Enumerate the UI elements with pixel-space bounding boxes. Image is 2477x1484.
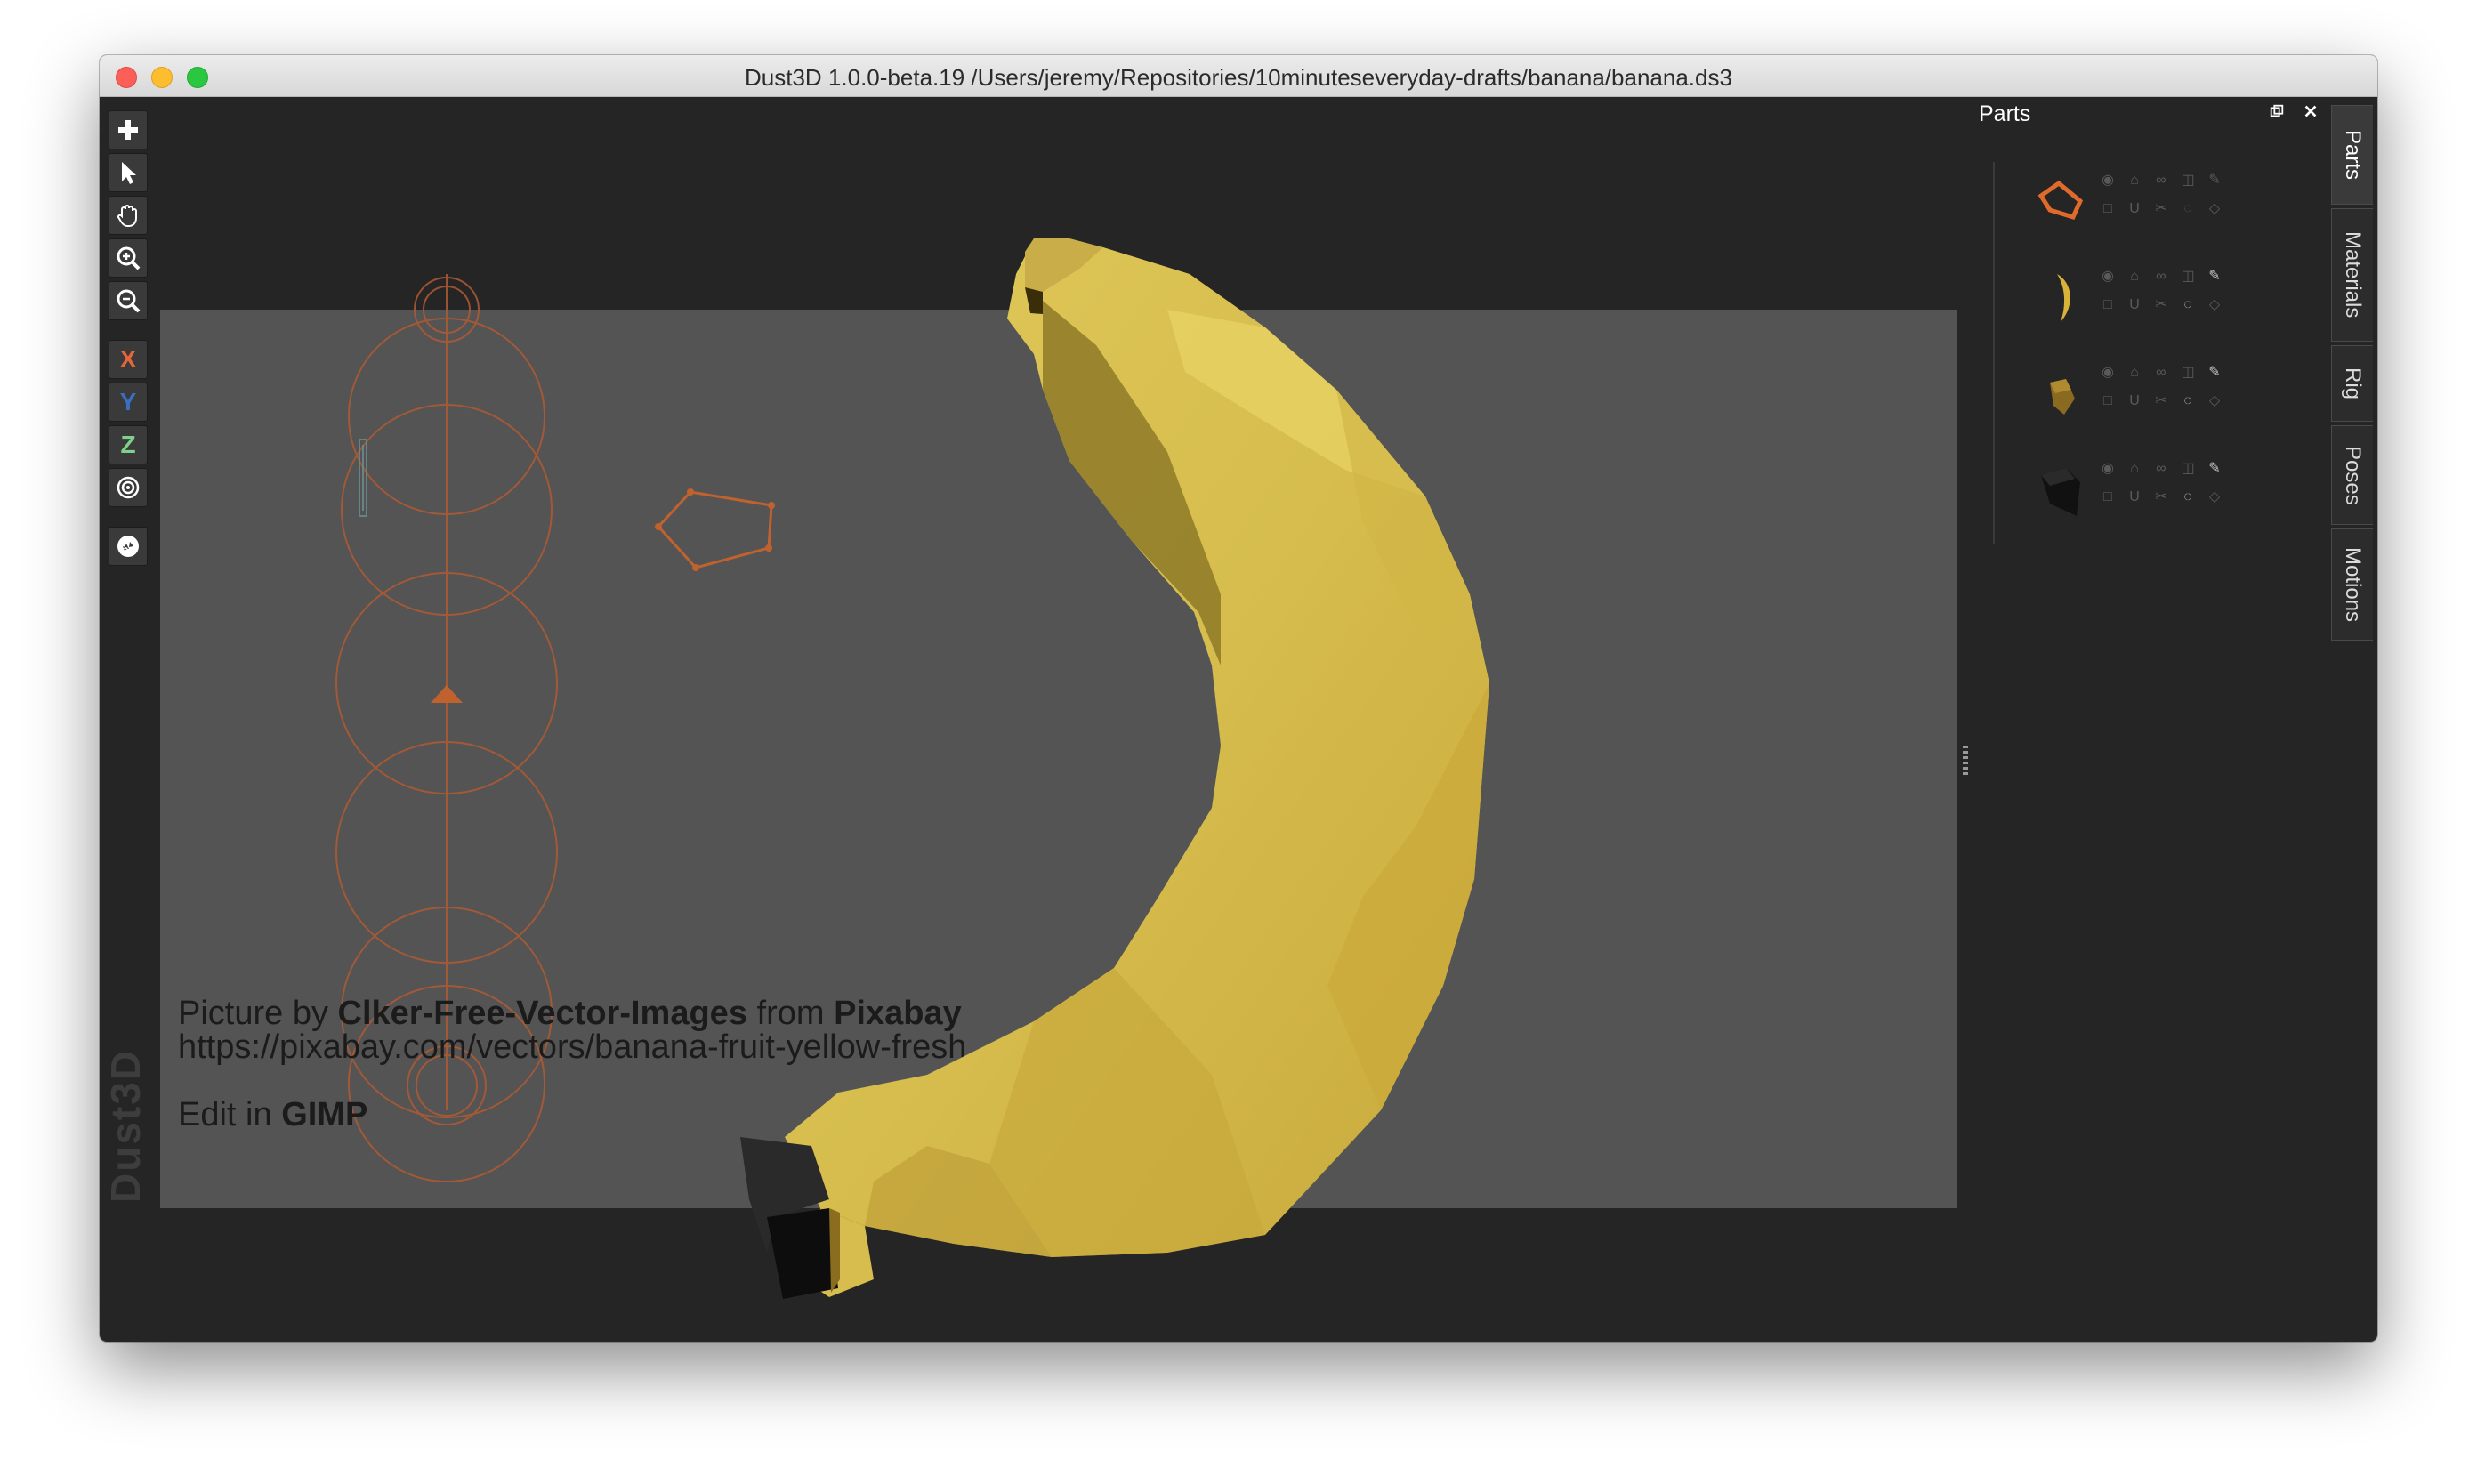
target-icon [117,476,140,499]
parts-tree-line [1993,162,1995,544]
link-icon[interactable]: ∞ [2151,267,2171,286]
part-item-tip[interactable]: ◉ ⌂ ∞ ◫ ✎ □ U ✂ ◌ ◇ [2013,450,2244,539]
subdivide-icon[interactable]: □ [2098,199,2118,219]
subdivide-icon[interactable]: □ [2098,295,2118,315]
scissors-icon[interactable]: ✂ [2151,391,2171,411]
zoom-out-button[interactable] [109,281,148,320]
scissors-icon[interactable]: ✂ [2151,488,2171,507]
mirror-icon[interactable]: ◫ [2178,267,2198,286]
hand-icon [117,205,137,227]
mirror-icon[interactable]: ◫ [2178,363,2198,383]
lock-icon[interactable]: ⌂ [2125,171,2144,190]
tab-motions[interactable]: Motions [2331,528,2373,641]
y-lock-button[interactable]: Y [109,383,148,422]
part-item-banana-body[interactable]: ◉ ⌂ ∞ ◫ ✎ □ U ✂ ◌ ◇ [2013,258,2244,347]
tab-poses-label: Poses [2341,445,2365,505]
chamfer-icon[interactable]: ◇ [2205,199,2224,219]
tab-materials[interactable]: Materials [2331,208,2373,342]
color-icon[interactable]: ✎ [2205,459,2224,479]
add-button[interactable] [109,110,148,149]
magnet-icon[interactable]: U [2125,199,2144,219]
subdivide-icon[interactable]: □ [2098,488,2118,507]
window-title: Dust3D 1.0.0-beta.19 /Users/jeremy/Repos… [745,64,1732,91]
part-controls: ◉ ⌂ ∞ ◫ ✎ □ U ✂ ◌ ◇ [2098,171,2240,224]
lock-icon[interactable]: ⌂ [2125,267,2144,286]
visibility-icon[interactable]: ◉ [2098,363,2118,383]
color-icon[interactable]: ✎ [2205,171,2224,190]
regenerate-button[interactable] [109,527,148,566]
close-panel-button[interactable] [2301,101,2320,121]
color-icon[interactable]: ✎ [2205,267,2224,286]
banana-model[interactable] [100,96,1968,1342]
magnet-icon[interactable]: U [2125,295,2144,315]
chamfer-icon[interactable]: ◇ [2205,391,2224,411]
round-end-icon[interactable]: ◌ [2178,199,2198,219]
float-icon [2270,104,2284,117]
round-end-icon[interactable]: ◌ [2178,295,2198,315]
lock-icon[interactable]: ⌂ [2125,363,2144,383]
magnet-icon[interactable]: U [2125,488,2144,507]
x-lock-button[interactable]: X [109,340,148,379]
mirror-icon[interactable]: ◫ [2178,459,2198,479]
close-icon [2304,105,2317,117]
tab-rig-label: Rig [2341,367,2365,399]
zoom-in-icon [117,246,141,270]
banana-body-part-thumbnail [2057,274,2070,322]
select-button[interactable] [109,153,148,192]
link-icon[interactable]: ∞ [2151,171,2171,190]
magnet-icon[interactable]: U [2125,391,2144,411]
brand-watermark: Dust3D [102,1048,149,1203]
parts-panel-title: Parts [1979,101,2031,126]
app-window: Dust3D 1.0.0-beta.19 /Users/jeremy/Repos… [100,55,2377,1342]
link-icon[interactable]: ∞ [2151,459,2171,479]
tab-motions-label: Motions [2341,546,2365,623]
tab-parts[interactable]: Parts [2331,105,2373,205]
round-end-icon[interactable]: ◌ [2178,391,2198,411]
tab-rig[interactable]: Rig [2331,345,2373,422]
subdivide-icon[interactable]: □ [2098,391,2118,411]
pointer-icon [122,162,136,184]
tip-part-thumbnail [2041,468,2080,516]
stem-part-thumbnail [2050,379,2075,415]
part-controls: ◉ ⌂ ∞ ◫ ✎ □ U ✂ ◌ ◇ [2098,459,2240,512]
title-bar: Dust3D 1.0.0-beta.19 /Users/jeremy/Repos… [100,55,2377,97]
panel-splitter-handle[interactable] [1963,746,1968,778]
tab-parts-label: Parts [2341,129,2365,180]
part-item-stem[interactable]: ◉ ⌂ ∞ ◫ ✎ □ U ✂ ◌ ◇ [2013,354,2244,443]
visibility-icon[interactable]: ◉ [2098,459,2118,479]
zoom-in-button[interactable] [109,238,148,278]
visibility-icon[interactable]: ◉ [2098,171,2118,190]
part-item-outline[interactable]: ◉ ⌂ ∞ ◫ ✎ □ U ✂ ◌ ◇ [2013,162,2244,251]
recycle-icon [117,536,139,557]
tab-poses[interactable]: Poses [2331,425,2373,525]
lock-icon[interactable]: ⌂ [2125,459,2144,479]
chamfer-icon[interactable]: ◇ [2205,295,2224,315]
color-icon[interactable]: ✎ [2205,363,2224,383]
part-controls: ◉ ⌂ ∞ ◫ ✎ □ U ✂ ◌ ◇ [2098,267,2240,320]
link-icon[interactable]: ∞ [2151,363,2171,383]
z-lock-button[interactable]: Z [109,425,148,464]
scissors-icon[interactable]: ✂ [2151,295,2171,315]
round-end-icon[interactable]: ◌ [2178,488,2198,507]
drag-button[interactable] [109,196,148,235]
radius-lock-button[interactable] [109,468,148,507]
tab-materials-label: Materials [2341,231,2365,319]
part-controls: ◉ ⌂ ∞ ◫ ✎ □ U ✂ ◌ ◇ [2098,363,2240,416]
visibility-icon[interactable]: ◉ [2098,267,2118,286]
plus-icon [118,120,138,140]
mirror-icon[interactable]: ◫ [2178,171,2198,190]
scissors-icon[interactable]: ✂ [2151,199,2171,219]
zoom-out-icon [117,289,141,313]
float-panel-button[interactable] [2267,101,2287,121]
chamfer-icon[interactable]: ◇ [2205,488,2224,507]
outline-part-thumbnail [2037,180,2084,221]
